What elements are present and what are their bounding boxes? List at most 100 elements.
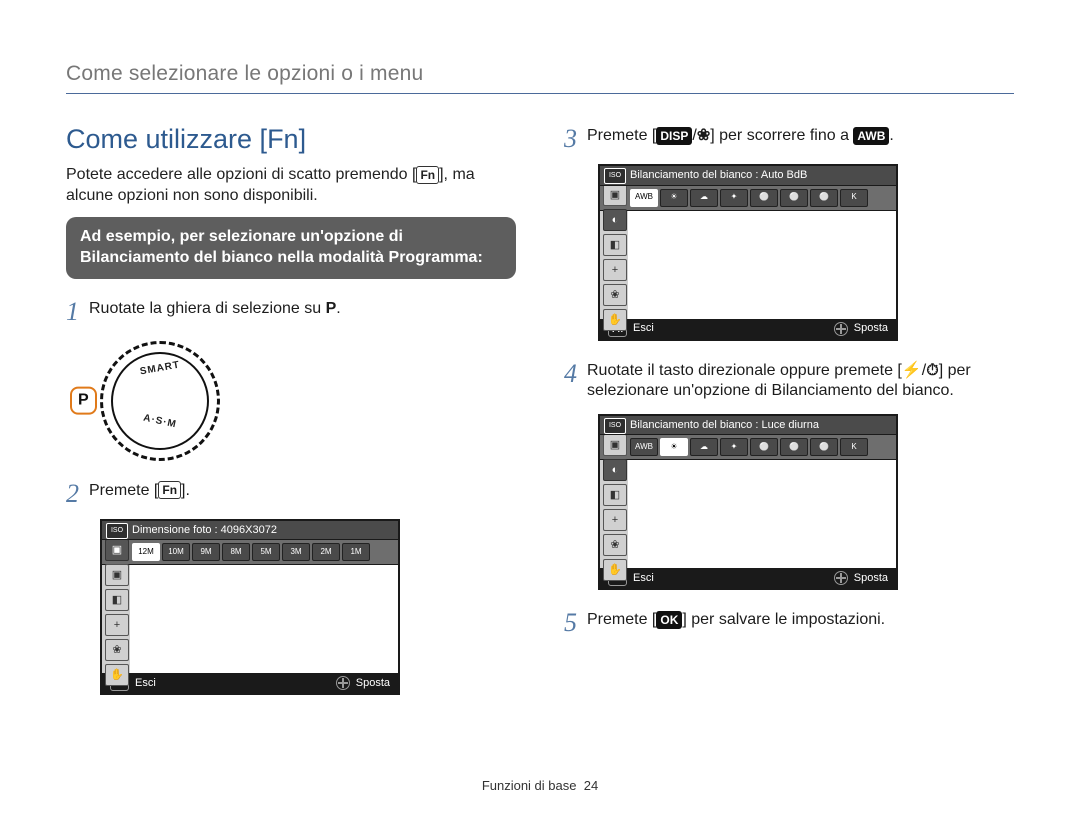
screen-photo-size: ▣ ▣ ◧ + ❀ ✋ ISO Dimensione foto : 4096X3… [100,519,400,695]
ok-badge-icon: OK [656,611,682,629]
chip: AWB [630,438,658,456]
intro-a: Potete accedere alle opzioni di scatto p… [66,166,416,183]
fn-badge-icon: Fn [416,166,439,184]
chip: ⚪ [780,438,808,456]
step-num: 2 [66,481,79,507]
chip: ☀ [660,438,688,456]
option-band: 12M 10M 9M 8M 5M 3M 2M 1M [102,540,398,565]
page-footer: Funzioni di base 24 [0,778,1080,795]
chip: ☁ [690,189,718,207]
step2-a: Premete [ [89,482,158,499]
step1-a: Ruotate la ghiera di selezione su [89,300,326,317]
chip: ⚪ [780,189,808,207]
side-icon: ❀ [603,534,627,556]
screen-body [628,460,896,568]
option-band: AWB ☀ ☁ ✦ ⚪ ⚪ ⚪ K [600,186,896,211]
s3a: Premete [ [587,127,656,144]
screen-body [130,565,398,673]
left-column: Come utilizzare [Fn] Potete accedere all… [66,122,516,695]
step1-b: . [336,300,340,317]
step-text: Premete [OK] per salvare le impostazioni… [587,610,1014,636]
section-title: Come utilizzare [Fn] [66,122,516,157]
side-icon: ▣ [603,184,627,206]
disp-badge-icon: DISP [656,127,692,145]
s4a: Ruotate il tasto direzionale oppure prem… [587,362,902,379]
page-number: 24 [584,778,598,793]
side-icon: ✋ [105,664,129,686]
s3d: . [889,127,893,144]
chip: ⚪ [810,189,838,207]
p-icon: P [326,300,337,317]
side-icon: + [105,614,129,636]
side-icon: ❀ [105,639,129,661]
sposta-label: Sposta [356,676,390,690]
footer-right: Sposta [834,321,888,335]
s3c: ] per scorrere fino a [710,127,853,144]
side-icon: ▣ [105,539,129,561]
step-text: Premete [DISP/❀] per scorrere fino a AWB… [587,126,1014,152]
fn-badge-icon: Fn [158,481,181,499]
awb-badge-icon: AWB [853,127,889,145]
chip: ☀ [660,189,688,207]
dial-p: P [70,386,97,415]
step-num: 1 [66,299,79,325]
timer-icon: ⏱ [926,362,938,379]
step-2: 2 Premete [Fn]. [66,481,516,507]
chip: ⚪ [810,438,838,456]
chip: ⚪ [750,189,778,207]
step-num: 4 [564,361,577,403]
chip: 12M [132,543,160,561]
step-num: 3 [564,126,577,152]
s5a: Premete [ [587,611,656,628]
esci-label: Esci [633,571,654,585]
chip: K [840,438,868,456]
chip: AWB [630,189,658,207]
screen-wb-daylight: ▣ ◐ ◧ + ❀ ✋ ISO Bilanciamento del bianco… [598,414,898,590]
note-box: Ad esempio, per selezionare un'opzione d… [66,217,516,279]
sposta-label: Sposta [854,321,888,335]
side-icon: ◧ [105,589,129,611]
screen-title-text: Bilanciamento del bianco : Auto BdB [630,169,807,181]
side-icon: ◐ [603,209,627,231]
esci-label: Esci [633,321,654,335]
side-icon: ▣ [105,564,129,586]
iso-icon: ISO [604,168,626,184]
side-icon: ▣ [603,434,627,456]
step-text: Ruotate la ghiera di selezione su P. [89,299,516,325]
chip: ✦ [720,189,748,207]
chip: K [840,189,868,207]
side-icon: ◧ [603,234,627,256]
dpad-icon [834,571,848,585]
footer-label: Funzioni di base [482,778,577,793]
chip: 3M [282,543,310,561]
mode-dial-icon: P SMART A·S·M [100,341,220,461]
screen-title: ISO Bilanciamento del bianco : Auto BdB [600,166,896,185]
sposta-label: Sposta [854,571,888,585]
right-column: 3 Premete [DISP/❀] per scorrere fino a A… [564,122,1014,695]
intro-text: Potete accedere alle opzioni di scatto p… [66,165,516,207]
chip: ✦ [720,438,748,456]
flash-icon: ⚡ [902,362,922,379]
step-5: 5 Premete [OK] per salvare le impostazio… [564,610,1014,636]
footer-right: Sposta [336,676,390,690]
side-icon: ✋ [603,309,627,331]
dpad-icon [336,676,350,690]
screen-title-text: Bilanciamento del bianco : Luce diurna [630,419,819,431]
step-4: 4 Ruotate il tasto direzionale oppure pr… [564,361,1014,403]
step-1: 1 Ruotate la ghiera di selezione su P. [66,299,516,325]
side-icon: ❀ [603,284,627,306]
side-icon: ✋ [603,559,627,581]
step2-b: ]. [181,482,190,499]
chip: 5M [252,543,280,561]
screen-title-text: Dimensione foto : 4096X3072 [132,524,277,536]
chip: 9M [192,543,220,561]
dial-asm: A·S·M [142,411,178,431]
chip: 1M [342,543,370,561]
side-icon: + [603,509,627,531]
macro-icon: ❀ [697,127,710,144]
esci-label: Esci [135,676,156,690]
iso-icon: ISO [106,523,128,539]
step-3: 3 Premete [DISP/❀] per scorrere fino a A… [564,126,1014,152]
dial-smart: SMART [139,358,181,378]
chip: 10M [162,543,190,561]
